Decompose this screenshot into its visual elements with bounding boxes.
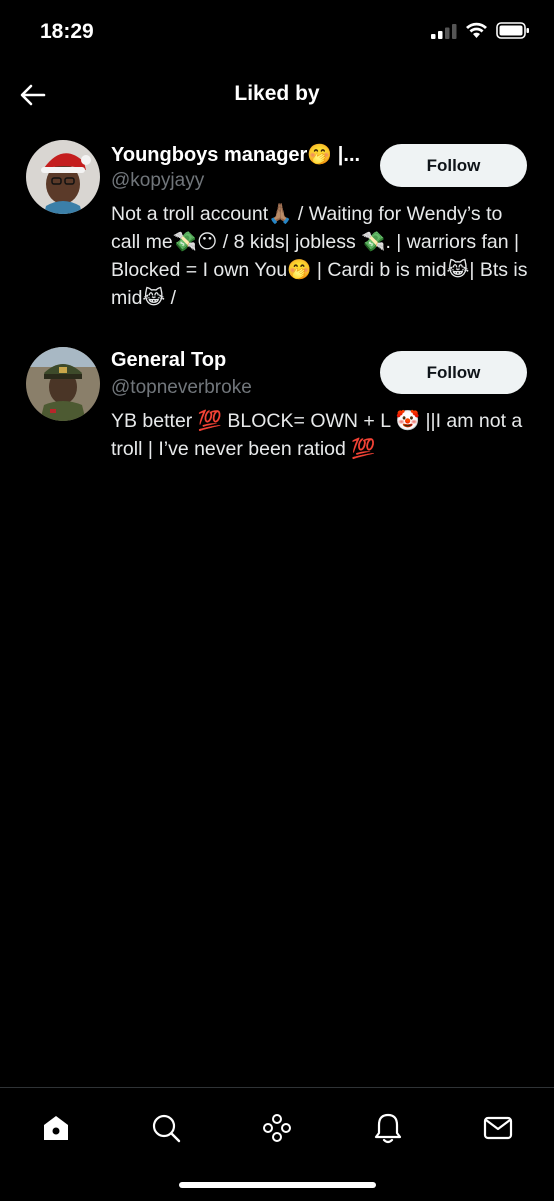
header: Liked by (0, 70, 554, 120)
avatar-image (26, 347, 100, 421)
follow-button[interactable]: Follow (380, 351, 527, 394)
user-handle[interactable]: @kopyjayy (111, 170, 204, 192)
communities-icon (263, 1114, 291, 1142)
page-title: Liked by (234, 82, 320, 105)
wifi-icon (466, 22, 487, 38)
tab-communities[interactable] (257, 1108, 297, 1148)
search-icon (152, 1114, 181, 1143)
messages-icon (483, 1116, 513, 1140)
avatar-image (26, 140, 100, 214)
notifications-icon (374, 1113, 402, 1144)
home-icon (44, 1116, 68, 1140)
tab-search[interactable] (146, 1108, 186, 1148)
tab-home[interactable] (36, 1108, 76, 1148)
battery-icon (496, 22, 529, 39)
signal-icon (431, 23, 457, 39)
user-bio: YB better 💯 BLOCK= OWN + L 🤡 ||I am not … (111, 410, 523, 460)
user-bio: Not a troll account🙏🏽 / Waiting for Wend… (111, 203, 528, 309)
avatar[interactable] (26, 347, 100, 421)
home-indicator[interactable] (179, 1182, 376, 1188)
avatar[interactable] (26, 140, 100, 214)
status-bar: 18:29 (0, 0, 554, 60)
user-name[interactable]: Youngboys manager🤭 |... (111, 142, 360, 167)
tab-messages[interactable] (478, 1108, 518, 1148)
status-time: 18:29 (40, 20, 94, 43)
user-name[interactable]: General Top (111, 349, 226, 372)
user-handle[interactable]: @topneverbroke (111, 377, 252, 399)
status-icons (431, 22, 530, 39)
follow-button[interactable]: Follow (380, 144, 527, 187)
tab-notifications[interactable] (368, 1108, 408, 1148)
